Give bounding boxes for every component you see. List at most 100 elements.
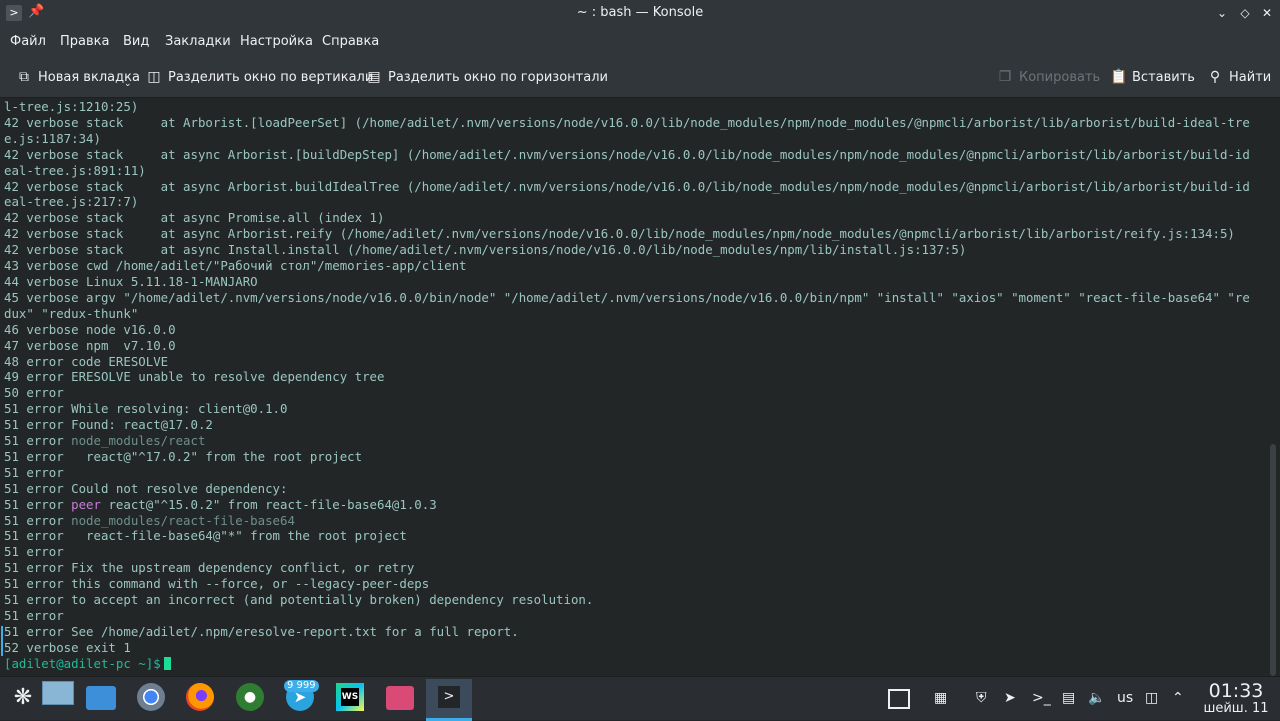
terminal-line: 42 verbose stack at Arborist.[loadPeerSe… [4, 114, 1250, 130]
menu-edit[interactable]: Правка [60, 34, 109, 49]
menu-view[interactable]: Вид [123, 34, 149, 49]
copy-label: Копировать [1019, 69, 1101, 85]
terminal-line: 43 verbose cwd /home/adilet/"Рабочий сто… [4, 258, 467, 274]
split-horizontal-button[interactable]: ▤ Разделить окно по горизонтали [366, 69, 608, 85]
clock[interactable]: 01:33 шейш. 11 [1196, 681, 1276, 716]
terminal-line: eal-tree.js:891:11) [4, 162, 146, 178]
split-vertical-button[interactable]: ◫ Разделить окно по вертикали [146, 69, 373, 85]
terminal-line: eal-tree.js:217:7) [4, 194, 139, 210]
module-path: node_modules/react [71, 433, 206, 449]
terminal-line: e.js:1187:34) [4, 130, 101, 146]
clipboard-tray-icon[interactable]: ▦ [934, 688, 947, 708]
terminal-line: 47 verbose npm v7.10.0 [4, 337, 176, 353]
module-path: node_modules/react-file-base64 [71, 512, 295, 528]
paste-button[interactable]: 📋 Вставить [1110, 69, 1195, 85]
copy-icon: ❐ [998, 69, 1012, 85]
window-title: ~ : bash — Konsole [576, 5, 704, 20]
terminal-line: 46 verbose node v16.0.0 [4, 321, 176, 337]
terminal-line: 51 error [4, 544, 64, 560]
peer-keyword: peer [71, 496, 101, 512]
terminal-tray-icon[interactable]: >_ [1032, 688, 1051, 708]
taskbar: ❋ ● ➤ 9 999 WS > ▦ ⛨ ➤ >_ ▤ 🔈 us ◫ ⌃ 01:… [0, 676, 1280, 721]
line-prefix: 51 error [4, 496, 72, 512]
clock-date: шейш. 11 [1203, 701, 1269, 716]
terminal-line: dux" "redux-thunk" [4, 305, 139, 321]
file-manager-icon[interactable] [86, 686, 116, 710]
clock-time: 01:33 [1208, 680, 1264, 702]
window-tray-icon[interactable] [888, 689, 910, 709]
video-app-icon[interactable] [386, 686, 414, 710]
restore-diamond-icon[interactable]: ◇ [1235, 3, 1255, 23]
title-bar: > 📌 ~ : bash — Konsole ⌄ ◇ ✕ [0, 0, 1280, 27]
terminal-scrollbar[interactable] [1266, 98, 1280, 676]
shell-prompt: [adilet@adilet-pc ~]$ [4, 655, 161, 671]
terminal-line: l-tree.js:1210:25) [4, 99, 139, 114]
new-tab-button[interactable]: ⧉ Новая вкладка [16, 69, 140, 85]
split-vertical-icon: ◫ [147, 69, 161, 85]
terminal-line: 51 error Could not resolve dependency: [4, 480, 288, 496]
chevron-down-icon[interactable]: ⌄ [124, 79, 132, 89]
terminal-line: 48 error code ERESOLVE [4, 353, 169, 369]
scrollbar-thumb[interactable] [1270, 444, 1276, 676]
terminal-line: 51 error node_modules/react-file-base64 [4, 513, 295, 528]
volume-icon[interactable]: 🔈 [1088, 688, 1105, 708]
application-launcher-icon[interactable]: ❋ [8, 683, 38, 713]
terminal-line: 51 error See /home/adilet/.npm/eresolve-… [4, 623, 519, 639]
terminal-line: 51 error [4, 464, 64, 480]
telegram-badge: 9 999 [284, 680, 319, 692]
terminal-line: 51 error to accept an incorrect (and pot… [4, 592, 594, 608]
menu-help[interactable]: Справка [322, 34, 379, 49]
terminal-line: 45 verbose argv "/home/adilet/.nvm/versi… [4, 289, 1250, 305]
menu-file[interactable]: Файл [10, 34, 46, 49]
terminal-line: 42 verbose stack at async Arborist.[buil… [4, 146, 1250, 162]
green-app-icon[interactable]: ● [236, 683, 264, 711]
split-horizontal-label: Разделить окно по горизонтали [388, 69, 608, 85]
menu-bar: Файл Правка Вид Закладки Настройка Справ… [0, 27, 1280, 57]
terminal-line: 51 error node_modules/react [4, 433, 205, 448]
line-marker [1, 626, 3, 656]
terminal-line: 44 verbose Linux 5.11.18-1-MANJARO [4, 273, 258, 289]
text-cursor [163, 656, 171, 670]
search-icon: ⚲ [1209, 69, 1221, 85]
menu-settings[interactable]: Настройка [240, 34, 313, 49]
copy-button[interactable]: ❐ Копировать [997, 69, 1100, 85]
terminal-line: 42 verbose stack at async Arborist.reify… [4, 226, 1235, 242]
split-vertical-label: Разделить окно по вертикали [168, 69, 374, 85]
close-x-icon[interactable]: ✕ [1257, 3, 1277, 23]
terminal-line: 51 error this command with --force, or -… [4, 576, 430, 592]
clipboard-icon[interactable]: ▤ [1062, 688, 1075, 708]
chevron-up-icon[interactable]: ⌃ [1172, 688, 1184, 708]
paste-icon: 📋 [1110, 69, 1128, 85]
firefox-icon[interactable] [186, 683, 214, 711]
split-horizontal-icon: ▤ [367, 69, 381, 85]
terminal-line: 51 error Found: react@17.0.2 [4, 417, 213, 433]
terminal-view[interactable]: l-tree.js:1210:25) 42 verbose stack at A… [0, 98, 1266, 676]
terminal-line: 42 verbose stack at async Install.instal… [4, 242, 967, 258]
find-button[interactable]: ⚲ Найти [1207, 69, 1271, 85]
terminal-line: 51 error react@"^17.0.2" from the root p… [4, 448, 363, 464]
menu-bookmarks[interactable]: Закладки [165, 34, 231, 49]
terminal-output: l-tree.js:1210:25) 42 verbose stack at A… [4, 99, 1250, 672]
paste-label: Вставить [1132, 69, 1195, 85]
terminal-line: 51 error While resolving: client@0.1.0 [4, 401, 288, 417]
find-label: Найти [1229, 69, 1272, 85]
telegram-tray-icon[interactable]: ➤ [1004, 688, 1016, 708]
minimize-chevron-icon[interactable]: ⌄ [1212, 3, 1232, 23]
line-prefix: 51 error [4, 433, 72, 449]
new-tab-icon: ⧉ [19, 69, 29, 85]
terminal-line: 51 error peer react@"^15.0.2" from react… [4, 497, 437, 512]
terminal-line: 42 verbose stack at async Promise.all (i… [4, 210, 385, 226]
shield-icon[interactable]: ⛨ [976, 688, 987, 708]
keyboard-layout[interactable]: us [1117, 688, 1133, 708]
terminal-line: 52 verbose exit 1 [4, 639, 131, 655]
terminal-line: 51 error Fix the upstream dependency con… [4, 560, 415, 576]
terminal-line: 51 error react-file-base64@"*" from the … [4, 528, 407, 544]
konsole-icon[interactable]: > [426, 679, 472, 721]
chromium-icon[interactable] [137, 683, 165, 711]
terminal-line: 49 error ERESOLVE unable to resolve depe… [4, 369, 385, 385]
line-rest: react@"^15.0.2" from react-file-base64@1… [100, 496, 437, 512]
webstorm-icon[interactable]: WS [336, 683, 364, 711]
network-icon[interactable]: ◫ [1145, 688, 1158, 708]
terminal-line: 42 verbose stack at async Arborist.build… [4, 178, 1250, 194]
show-desktop-icon[interactable] [42, 681, 74, 705]
